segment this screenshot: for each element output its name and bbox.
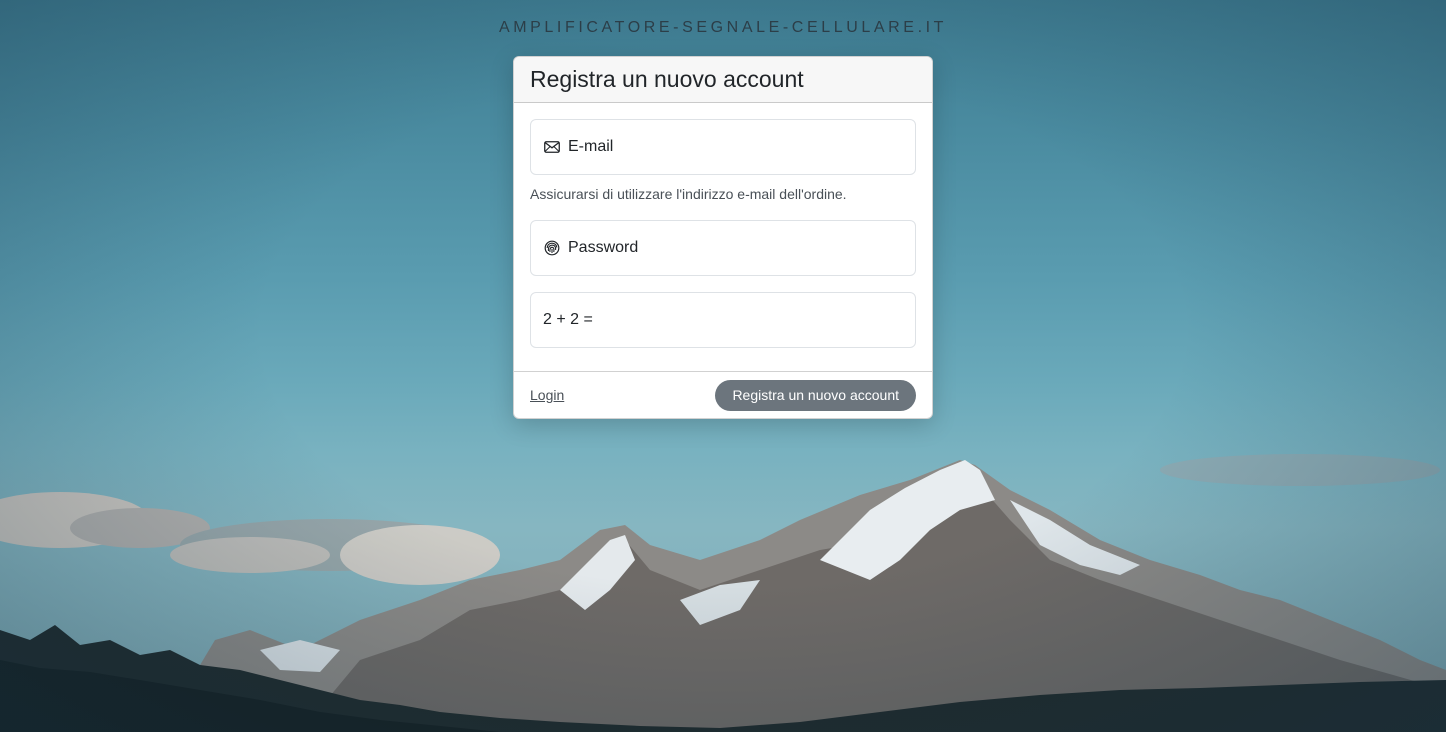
login-link[interactable]: Login <box>530 387 564 403</box>
page-background: AMPLIFICATORE-SEGNALE-CELLULARE.IT Regis… <box>0 0 1446 732</box>
password-field-container <box>530 220 916 276</box>
envelope-icon <box>543 139 560 156</box>
site-title: AMPLIFICATORE-SEGNALE-CELLULARE.IT <box>498 19 948 36</box>
card-body: Assicurarsi di utilizzare l'indirizzo e-… <box>514 103 932 348</box>
card-header: Registra un nuovo account <box>514 57 932 103</box>
card-footer: Login Registra un nuovo account <box>514 371 932 418</box>
captcha-input[interactable] <box>598 311 903 329</box>
password-input[interactable] <box>568 239 903 257</box>
register-button[interactable]: Registra un nuovo account <box>715 379 916 411</box>
email-field-container <box>530 119 916 175</box>
email-input[interactable] <box>568 138 903 156</box>
captcha-question: 2 + 2 = <box>543 311 593 328</box>
register-title: Registra un nuovo account <box>530 66 804 92</box>
fingerprint-icon <box>543 240 560 257</box>
register-card: Registra un nuovo account Assicurarsi di… <box>513 56 933 419</box>
captcha-field-container[interactable]: 2 + 2 = <box>530 292 916 348</box>
email-help-text: Assicurarsi di utilizzare l'indirizzo e-… <box>530 186 847 202</box>
